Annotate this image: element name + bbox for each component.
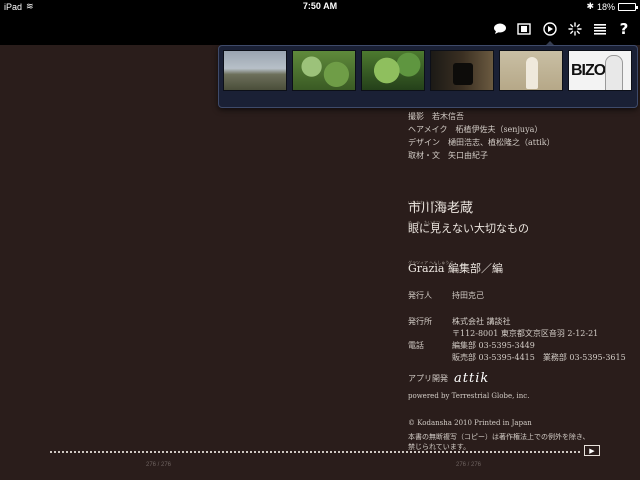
credit-row: 取材・文 矢口由紀子 [408,149,638,162]
phone-label: 電話 [408,341,424,350]
thumbnail-strip: BIZO [221,50,635,98]
thumbnail-bizo-text: BIZO [571,62,606,79]
page-indicator-left: 276 / 276 [146,462,172,468]
phone-label-spacer [408,352,452,364]
phone-row: 電話 編集部 03-5395-3449 [408,340,638,352]
copy-notice: 本書の無断複写（コピー）は著作権法上での例外を除き、 禁じられています。 [408,432,608,452]
copy-notice-line1: 本書の無断複写（コピー）は著作権法上での例外を除き、 [408,433,590,441]
phone-sales: 販売部 03-5395-4415 業務部 03-5395-3615 [452,353,626,362]
colophon: 撮影 若木信吾 ヘアメイク 柘植伊佐夫（senjuya） デザイン 樋田浩志、植… [408,110,638,451]
phone-editorial: 編集部 03-5395-3449 [452,341,535,350]
play-button[interactable]: ▶ [584,445,600,456]
app-developer: アプリ開発 attik [408,372,489,385]
title-ruby: め み たいせつ [408,220,440,225]
filmstrip-icon[interactable] [514,19,534,39]
publication-info: 発行人 持田克己 発行所 株式会社 講談社 〒112-8001 東京都文京区音羽… [408,290,638,364]
credit-row: ヘアメイク 柘植伊佐夫（senjuya） [408,123,638,136]
publisher-row: 発行人 持田克己 [408,290,638,302]
author-ruby: いちかわ え び ぞう [408,200,444,205]
book-title: め み たいせつ 眼に見えない大切なもの [408,220,529,235]
thumbnail-foliage[interactable] [361,50,425,91]
battery-icon [618,2,638,11]
phone-row-2: 販売部 03-5395-4415 業務部 03-5395-3615 [408,352,638,364]
publisher-value: 持田克己 [452,291,484,300]
play-circle-icon[interactable] [540,19,560,47]
office-address: 〒112-8001 東京都文京区音羽 2-12-21 [452,329,599,338]
book-editor: グラツィア へんしゅうぶ Grazia 編集部／編 [408,260,503,275]
battery-percent: 18% [596,1,615,12]
credit-label: デザイン [408,138,440,147]
clock: 7:50 AM [302,1,338,11]
thumbnail-road[interactable] [223,50,287,91]
app-dev-label: アプリ開発 [408,374,448,383]
thumbnail-popover: BIZO [218,45,638,108]
credit-label: 撮影 [408,112,424,121]
credit-value: 矢口由紀子 [448,151,488,160]
thumbnail-teapot[interactable] [430,50,494,91]
credit-row: 撮影 若木信吾 [408,110,638,123]
reader-toolbar: ? [0,13,640,47]
credit-label: 取材・文 [408,151,440,160]
book-author: いちかわ え び ぞう 市川海老蔵 [408,200,473,215]
credit-value: 樋田浩志、植松隆之（attik） [448,138,555,147]
credit-label: ヘアメイク [408,125,448,134]
credits-list: 撮影 若木信吾 ヘアメイク 柘植伊佐夫（senjuya） デザイン 樋田浩志、植… [408,110,638,162]
attik-signature: attik [454,371,490,386]
page-progress-slider[interactable] [50,451,580,453]
comment-icon[interactable] [490,19,510,39]
editor-ruby: グラツィア へんしゅうぶ [408,260,454,265]
office-name: 株式会社 講談社 [452,317,511,326]
office-row: 発行所 株式会社 講談社 [408,316,638,328]
credit-row: デザイン 樋田浩志、植松隆之（attik） [408,136,638,149]
copyright: © Kodansha 2010 Printed in Japan [408,419,532,427]
address-row: 〒112-8001 東京都文京区音羽 2-12-21 [408,328,638,340]
thumbnail-bizo[interactable]: BIZO [568,50,632,91]
bluetooth-icon: ✱ [586,1,594,11]
office-label: 発行所 [408,317,432,326]
thumbnail-man-standing[interactable] [499,50,563,91]
publisher-label: 発行人 [408,291,432,300]
page-indicator-right: 276 / 276 [456,462,482,468]
credit-value: 若木信吾 [432,112,464,121]
address-label-spacer [408,328,452,340]
credit-value: 柘植伊佐夫（senjuya） [455,125,543,134]
status-bar: iPad ≋ 7:50 AM ✱ 18% [0,0,640,13]
powered-by: powered by Terrestrial Globe, inc. [408,392,530,400]
help-icon[interactable]: ? [614,19,634,39]
thumbnail-trees[interactable] [292,50,356,91]
play-icon: ▶ [589,446,595,455]
menu-list-icon[interactable] [590,19,610,39]
status-right: ✱ 18% [586,1,638,12]
loading-icon[interactable] [565,19,585,39]
